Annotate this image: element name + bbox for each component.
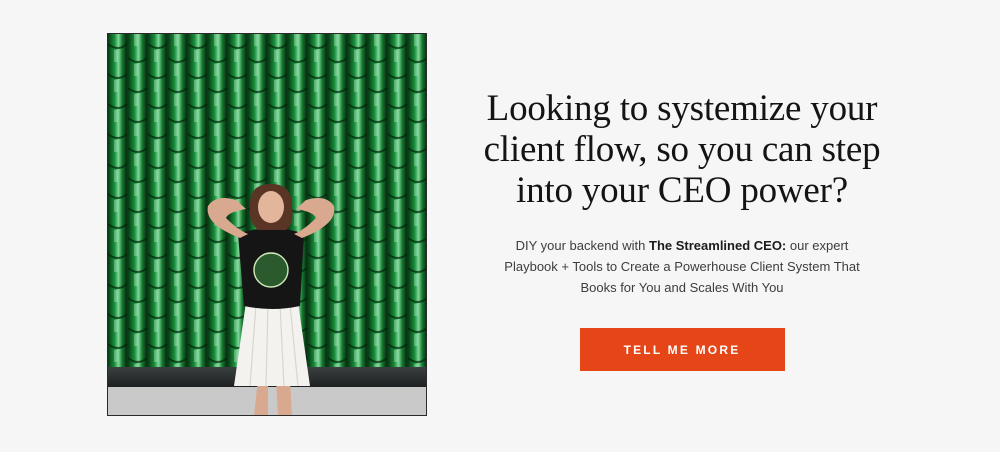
- hero-photo: [107, 33, 427, 416]
- tell-me-more-button[interactable]: TELL ME MORE: [579, 328, 785, 371]
- hero-subtext-product-name: The Streamlined CEO:: [649, 238, 787, 253]
- hero-headline: Looking to systemize your client flow, s…: [483, 88, 881, 211]
- hero-photo-illustration: [108, 34, 426, 415]
- hero-subtext-intro: DIY your backend with: [515, 238, 650, 253]
- hero-subtext: DIY your backend with The Streamlined CE…: [492, 235, 872, 298]
- hero-copy: Looking to systemize your client flow, s…: [470, 88, 894, 371]
